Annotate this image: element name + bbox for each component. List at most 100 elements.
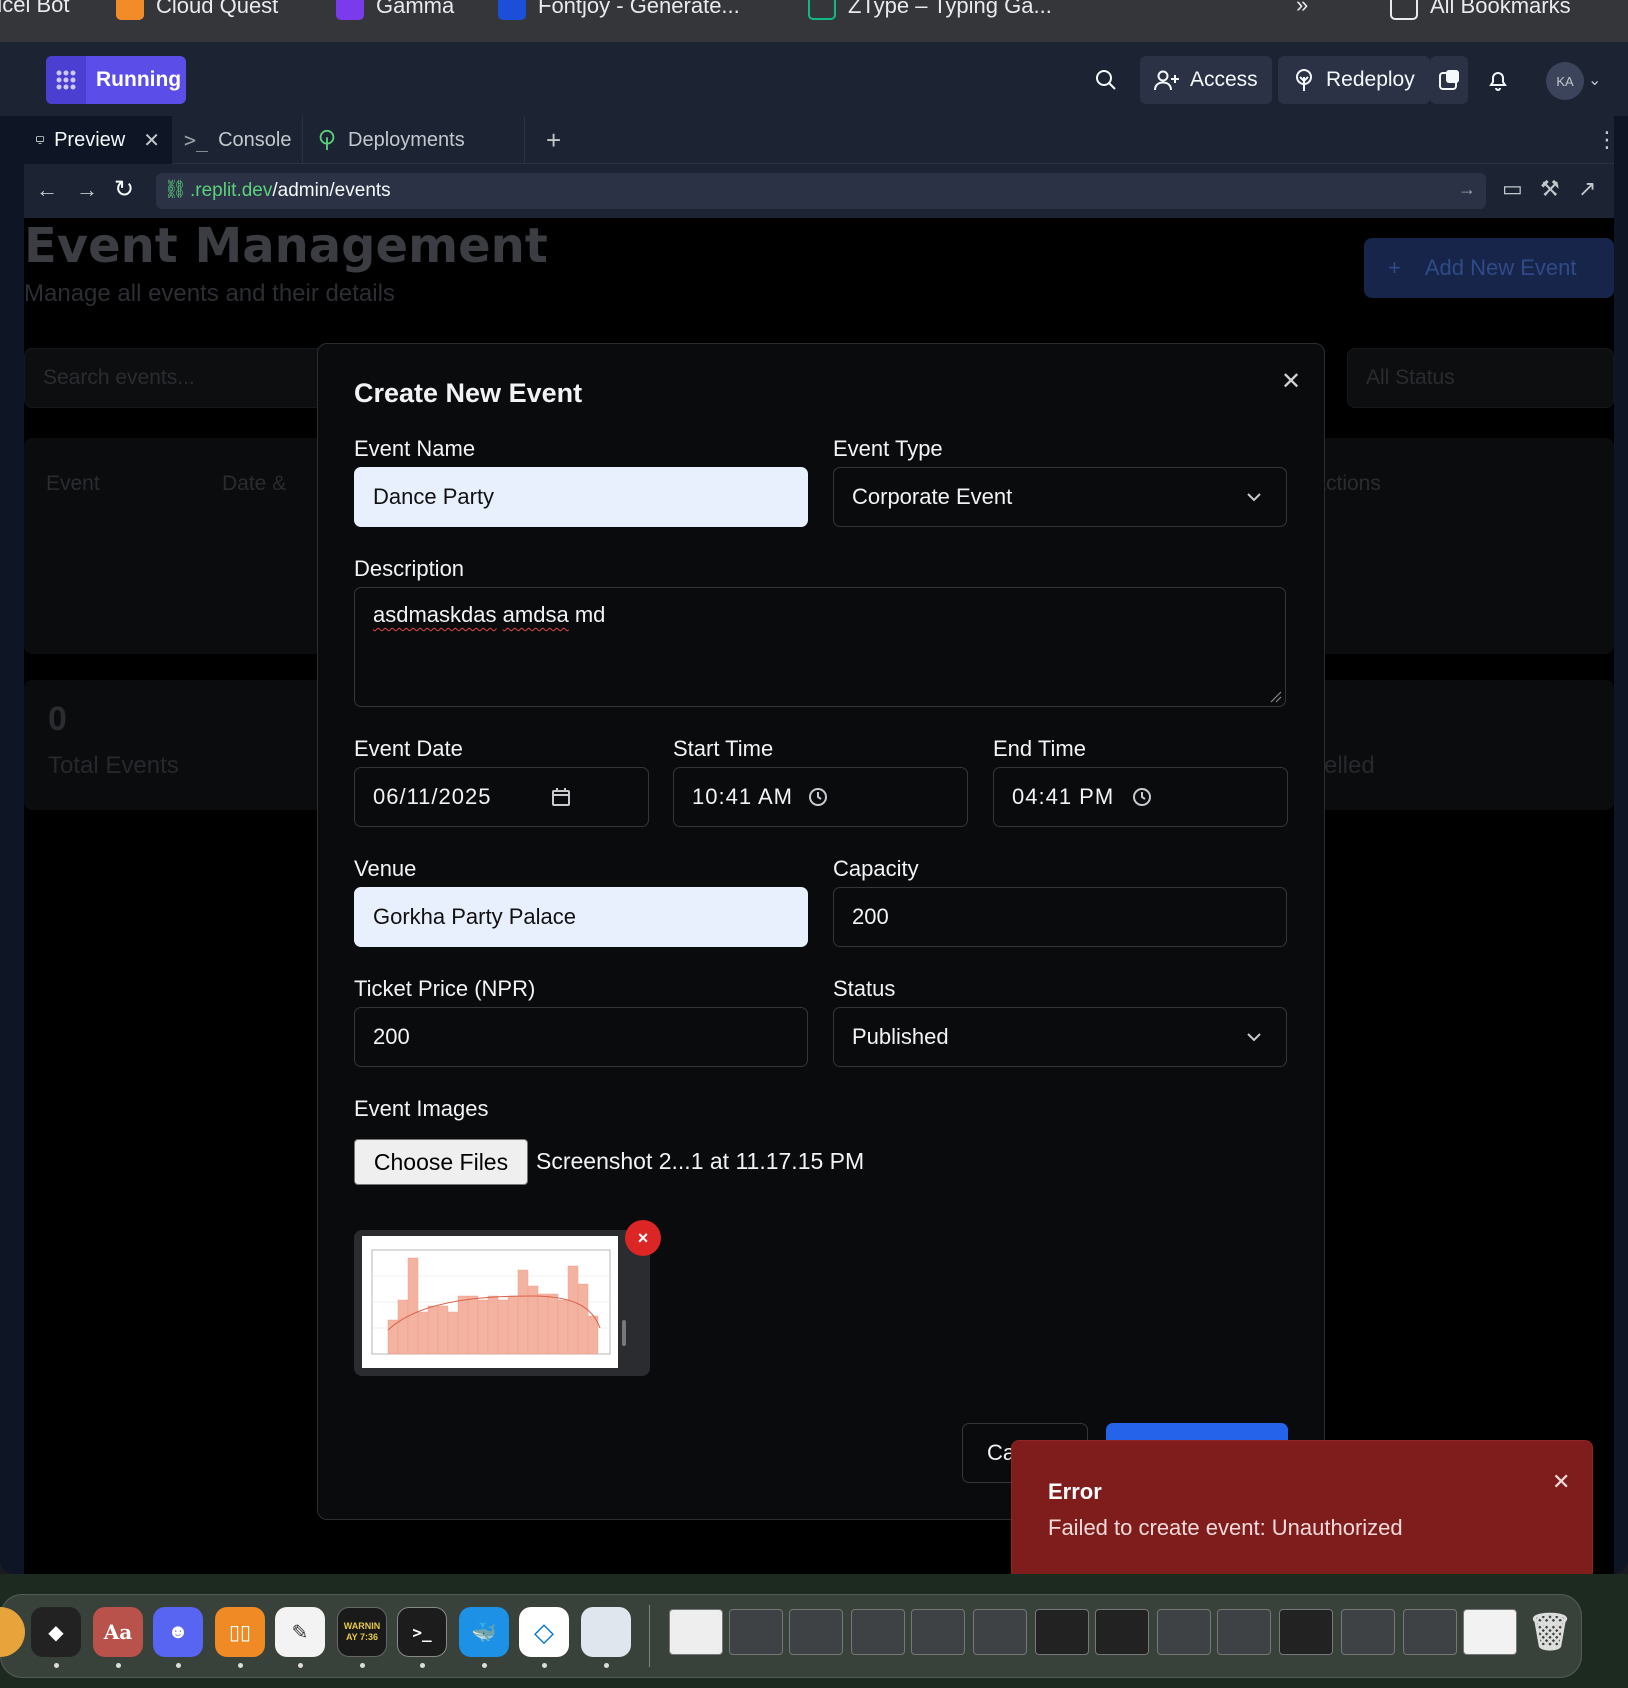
minimized-window[interactable] bbox=[729, 1609, 783, 1655]
console-icon[interactable]: WARNIN AY 7:36 bbox=[337, 1607, 387, 1657]
bookmark-item[interactable]: ZType – Typing Ga... bbox=[808, 0, 1052, 20]
tab-divider bbox=[524, 116, 525, 164]
dictionary-icon[interactable]: Aa bbox=[93, 1607, 143, 1657]
scrollbar[interactable] bbox=[622, 1320, 626, 1346]
books-icon[interactable]: ▯▯ bbox=[215, 1607, 265, 1657]
minimized-window[interactable] bbox=[1463, 1609, 1517, 1655]
chevron-down-icon bbox=[1247, 1033, 1261, 1042]
trash-icon[interactable]: 🗑 bbox=[1525, 1607, 1575, 1657]
access-button[interactable]: Access bbox=[1140, 56, 1272, 104]
deploy-icon bbox=[319, 129, 335, 151]
choose-files-button[interactable]: Choose Files bbox=[354, 1139, 528, 1185]
forward-arrow-icon[interactable]: → bbox=[76, 177, 98, 203]
minimized-window[interactable] bbox=[1035, 1609, 1089, 1655]
back-arrow-icon[interactable]: ← bbox=[36, 177, 58, 203]
minimized-window[interactable] bbox=[1217, 1609, 1271, 1655]
close-icon[interactable]: ✕ bbox=[1278, 368, 1304, 395]
discord-icon[interactable]: ☻ bbox=[153, 1607, 203, 1657]
venue-input[interactable]: Gorkha Party Palace bbox=[354, 887, 808, 947]
chevron-down-icon[interactable]: ⌄ bbox=[1588, 56, 1601, 104]
description-word: asdmaskdas bbox=[373, 602, 497, 627]
new-tab-button[interactable]: + bbox=[534, 116, 573, 164]
description-textarea[interactable]: asdmaskdas amdsa md bbox=[354, 587, 1286, 707]
url-field[interactable]: ⛓ .replit.dev/admin/events → bbox=[156, 173, 1486, 209]
end-time-input[interactable]: 04:41 PM bbox=[993, 767, 1288, 827]
minimized-window[interactable] bbox=[1341, 1609, 1395, 1655]
calendar-icon[interactable] bbox=[551, 787, 571, 807]
minimized-window[interactable] bbox=[1095, 1609, 1149, 1655]
minimized-window[interactable] bbox=[911, 1609, 965, 1655]
add-event-button[interactable]: + Add New Event bbox=[1364, 238, 1614, 298]
bookmarks-bar: ucei Bot Cloud Quest Gamma Fontjoy - Gen… bbox=[0, 0, 1628, 42]
minimized-window[interactable] bbox=[1279, 1609, 1333, 1655]
event-name-input[interactable]: Dance Party bbox=[354, 467, 808, 527]
wrench-icon[interactable]: ⚒ bbox=[1540, 176, 1560, 202]
minimized-window[interactable] bbox=[973, 1609, 1027, 1655]
preview-app-icon[interactable] bbox=[581, 1607, 631, 1657]
ticket-price-label: Ticket Price (NPR) bbox=[354, 976, 536, 1001]
minimized-window[interactable] bbox=[1157, 1609, 1211, 1655]
url-domain: .replit.dev bbox=[190, 180, 273, 201]
minimized-window[interactable] bbox=[1403, 1609, 1457, 1655]
devices-icon[interactable]: ▭ bbox=[1502, 176, 1523, 202]
ticket-price-input[interactable]: 200 bbox=[354, 1007, 808, 1067]
more-options-icon[interactable]: ⋮ bbox=[1584, 116, 1628, 164]
url-path: /admin/events bbox=[272, 180, 391, 201]
description-word: md bbox=[574, 602, 606, 627]
chrome-icon[interactable] bbox=[0, 1607, 25, 1657]
clock-icon[interactable] bbox=[1132, 787, 1152, 807]
chart-thumbnail-image bbox=[362, 1236, 618, 1368]
bookmark-item[interactable]: Fontjoy - Generate... bbox=[498, 0, 740, 20]
go-arrow-icon[interactable]: → bbox=[1458, 179, 1476, 200]
external-link-icon[interactable]: ↗ bbox=[1578, 176, 1596, 202]
clock-icon[interactable] bbox=[808, 787, 828, 807]
minimized-window[interactable] bbox=[789, 1609, 843, 1655]
capacity-input[interactable]: 200 bbox=[833, 887, 1287, 947]
replit-logo-icon bbox=[46, 56, 86, 104]
selected-file-name: Screenshot 2...1 at 11.17.15 PM bbox=[536, 1148, 865, 1174]
resize-handle-icon[interactable] bbox=[1270, 691, 1282, 703]
run-status-button[interactable]: Running bbox=[46, 56, 186, 104]
close-tab-icon[interactable]: ✕ bbox=[143, 128, 160, 153]
event-date-input[interactable]: 06/11/2025 bbox=[354, 767, 649, 827]
search-button[interactable] bbox=[1094, 56, 1124, 104]
close-icon[interactable]: ✕ bbox=[1552, 1469, 1570, 1495]
reload-icon[interactable]: ↻ bbox=[114, 175, 134, 204]
tab-preview[interactable]: Preview ✕ bbox=[24, 116, 172, 164]
terminal-icon[interactable]: >_ bbox=[397, 1607, 447, 1657]
minimized-window[interactable] bbox=[851, 1609, 905, 1655]
minimized-window[interactable] bbox=[669, 1609, 723, 1655]
toast-description: Failed to create event: Unauthorized bbox=[1048, 1515, 1403, 1540]
stat-label: Total Events bbox=[48, 752, 179, 779]
remove-image-button[interactable]: × bbox=[625, 1220, 661, 1256]
redeploy-button[interactable]: Redeploy bbox=[1278, 56, 1430, 104]
docker-icon[interactable]: 🐳 bbox=[459, 1607, 509, 1657]
overflow-chevrons-icon[interactable]: » bbox=[1296, 0, 1308, 18]
tab-console[interactable]: >_ Console bbox=[172, 116, 302, 164]
event-type-select[interactable]: Corporate Event bbox=[833, 467, 1287, 527]
status-select[interactable]: Published bbox=[833, 1007, 1287, 1067]
redeploy-label: Redeploy bbox=[1326, 68, 1415, 91]
bell-icon bbox=[1489, 72, 1507, 91]
user-avatar[interactable]: KA bbox=[1546, 62, 1584, 100]
notifications-button[interactable] bbox=[1486, 56, 1510, 104]
running-indicator bbox=[176, 1663, 181, 1668]
textedit-icon[interactable]: ✎ bbox=[275, 1607, 325, 1657]
bookmark-item[interactable]: Gamma bbox=[336, 0, 454, 20]
status-filter[interactable]: All Status bbox=[1347, 348, 1614, 408]
folder-icon bbox=[1390, 0, 1418, 20]
bookmark-item[interactable]: Cloud Quest bbox=[116, 0, 278, 20]
preview-address-bar: ← → ↻ ⛓ .replit.dev/admin/events → ▭ ⚒ ↗ bbox=[24, 164, 1614, 218]
vscode-icon[interactable]: ◇ bbox=[519, 1607, 569, 1657]
cube-app-icon[interactable]: ◆ bbox=[31, 1607, 81, 1657]
all-bookmarks[interactable]: All Bookmarks bbox=[1390, 0, 1571, 20]
deploy-status-button[interactable] bbox=[1430, 56, 1468, 104]
tab-deployments[interactable]: Deployments bbox=[304, 116, 492, 164]
running-indicator bbox=[542, 1663, 547, 1668]
search-input[interactable]: Search events... bbox=[24, 348, 324, 408]
start-time-input[interactable]: 10:41 AM bbox=[673, 767, 968, 827]
gamma-icon bbox=[336, 0, 364, 20]
description-label: Description bbox=[354, 556, 465, 581]
bookmark-item[interactable]: ucei Bot bbox=[0, 0, 70, 18]
dictionary-label: Aa bbox=[103, 1620, 133, 1644]
